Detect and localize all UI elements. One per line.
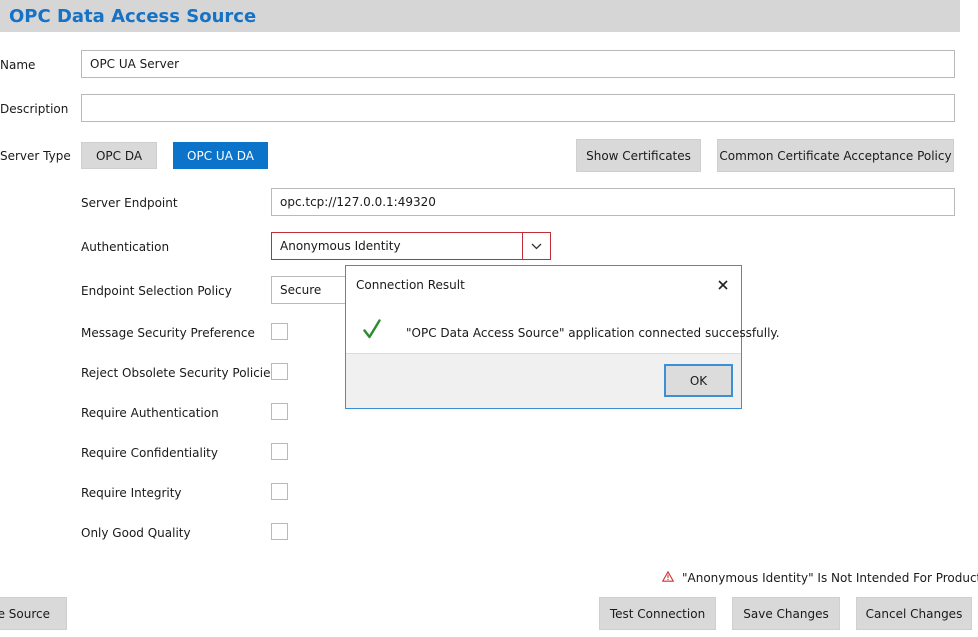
ok-button[interactable]: OK	[664, 364, 733, 397]
message-security-label: Message Security Preference	[81, 326, 255, 340]
require-integrity-checkbox[interactable]	[271, 483, 288, 500]
connection-result-dialog: Connection Result "OPC Data Access Sourc…	[345, 265, 780, 409]
test-connection-button[interactable]: Test Connection	[599, 597, 716, 630]
require-confidentiality-label: Require Confidentiality	[81, 446, 218, 460]
show-certificates-button[interactable]: Show Certificates	[576, 139, 701, 172]
endpoint-policy-label: Endpoint Selection Policy	[81, 284, 232, 298]
server-type-opc-ua-da-button[interactable]: OPC UA DA	[173, 142, 268, 169]
close-icon[interactable]	[715, 277, 731, 293]
require-authentication-checkbox[interactable]	[271, 403, 288, 420]
description-input[interactable]	[81, 94, 955, 122]
page-title: OPC Data Access Source	[9, 6, 257, 27]
only-good-quality-checkbox[interactable]	[271, 523, 288, 540]
message-security-checkbox[interactable]	[271, 323, 288, 340]
dialog-footer: OK	[346, 353, 741, 408]
authentication-value: Anonymous Identity	[280, 239, 401, 253]
server-endpoint-label: Server Endpoint	[81, 196, 178, 210]
name-label: Name	[0, 58, 36, 72]
warning-icon	[661, 570, 675, 585]
anonymous-warning: "Anonymous Identity" Is Not Intended For…	[661, 570, 978, 585]
require-integrity-label: Require Integrity	[81, 486, 182, 500]
description-label: Description	[0, 102, 69, 116]
authentication-select[interactable]: Anonymous Identity	[271, 232, 551, 260]
certificate-policy-button[interactable]: Common Certificate Acceptance Policy	[717, 139, 954, 172]
authentication-label: Authentication	[81, 240, 170, 254]
server-type-label: Server Type	[0, 149, 71, 163]
require-authentication-label: Require Authentication	[81, 406, 219, 420]
save-changes-button[interactable]: Save Changes	[732, 597, 840, 630]
only-good-quality-label: Only Good Quality	[81, 526, 191, 540]
delete-source-button[interactable]: te Source	[0, 597, 67, 630]
dialog-message: "OPC Data Access Source" application con…	[406, 326, 780, 340]
reject-obsolete-label: Reject Obsolete Security Policies	[81, 366, 277, 380]
warning-text: "Anonymous Identity" Is Not Intended For…	[682, 571, 978, 585]
chevron-down-icon[interactable]	[522, 233, 550, 259]
require-confidentiality-checkbox[interactable]	[271, 443, 288, 460]
server-endpoint-input[interactable]: opc.tcp://127.0.0.1:49320	[271, 188, 955, 216]
check-icon	[363, 319, 381, 342]
reject-obsolete-checkbox[interactable]	[271, 363, 288, 380]
cancel-changes-button[interactable]: Cancel Changes	[856, 597, 972, 630]
dialog-title: Connection Result	[356, 278, 465, 292]
name-input[interactable]: OPC UA Server	[81, 50, 955, 78]
server-type-opc-da-button[interactable]: OPC DA	[81, 142, 157, 169]
